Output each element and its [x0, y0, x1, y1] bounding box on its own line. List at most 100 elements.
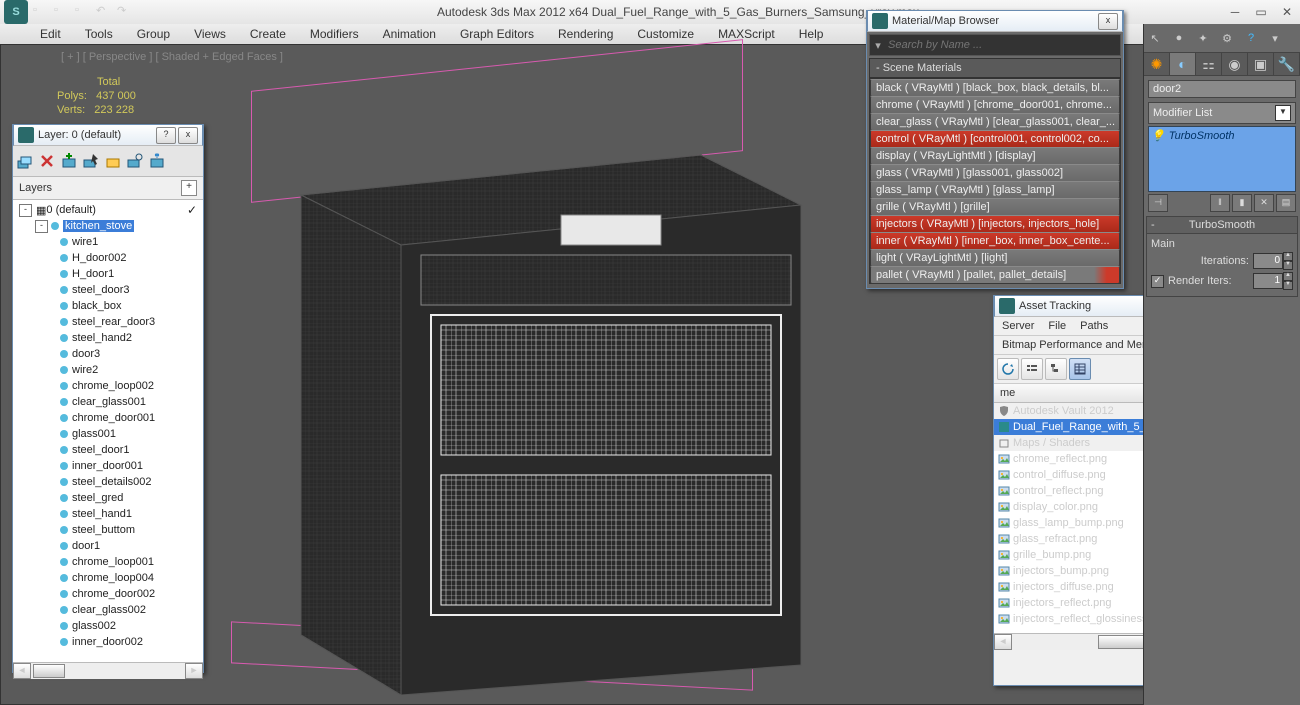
spinner-up-icon[interactable]: ▲: [1283, 272, 1293, 281]
scroll-thumb[interactable]: [33, 664, 65, 678]
layer-item[interactable]: door3: [13, 346, 203, 362]
menu-create[interactable]: Create: [250, 27, 286, 41]
layer-item[interactable]: chrome_door001: [13, 410, 203, 426]
menu-customize[interactable]: Customize: [637, 27, 694, 41]
layer-item[interactable]: glass001: [13, 426, 203, 442]
panel-close-button[interactable]: x: [178, 127, 198, 144]
modifier-list-dropdown[interactable]: Modifier List ▼: [1148, 102, 1296, 124]
render-iters-spinner[interactable]: 1 ▲▼: [1253, 272, 1293, 290]
material-item[interactable]: black ( VRayMtl ) [black_box, black_deta…: [870, 79, 1120, 97]
layer-item[interactable]: black_box: [13, 298, 203, 314]
scroll-right-icon[interactable]: ►: [185, 663, 203, 679]
material-item[interactable]: chrome ( VRayMtl ) [chrome_door001, chro…: [870, 96, 1120, 114]
show-end-result-icon[interactable]: ‖: [1210, 194, 1230, 212]
modifier-stack-item[interactable]: 💡 TurboSmooth: [1151, 129, 1293, 142]
viewport-label[interactable]: [ + ] [ Perspective ] [ Shaded + Edged F…: [61, 51, 283, 63]
dropdown-icon[interactable]: ▼: [1275, 105, 1291, 121]
modifier-stack[interactable]: 💡 TurboSmooth: [1148, 126, 1296, 192]
tab-display-icon[interactable]: ▣: [1248, 53, 1274, 75]
delete-layer-icon[interactable]: [37, 151, 57, 171]
layer-item[interactable]: chrome_door002: [13, 586, 203, 602]
expand-columns-button[interactable]: +: [181, 180, 197, 196]
asset-menu-file[interactable]: File: [1048, 320, 1066, 332]
quick-access-toolbar[interactable]: ▫ ▫ ▫ ↶ ↷: [32, 3, 134, 21]
asset-view-tree-icon[interactable]: [1045, 358, 1067, 380]
asset-menu-paths[interactable]: Paths: [1080, 320, 1108, 332]
layer-item[interactable]: clear_glass001: [13, 394, 203, 410]
layer-item[interactable]: steel_details002: [13, 474, 203, 490]
qat-undo-icon[interactable]: ↶: [95, 3, 113, 21]
layer-item[interactable]: steel_rear_door3: [13, 314, 203, 330]
star-icon[interactable]: ✦: [1194, 29, 1212, 47]
material-item[interactable]: grille ( VRayMtl ) [grille]: [870, 198, 1120, 216]
material-item[interactable]: glass_lamp ( VRayMtl ) [glass_lamp]: [870, 181, 1120, 199]
search-menu-icon[interactable]: ▾: [870, 39, 886, 52]
menu-edit[interactable]: Edit: [40, 27, 61, 41]
layer-add-sel-icon[interactable]: [59, 151, 79, 171]
sphere-icon[interactable]: ●: [1170, 29, 1188, 47]
tab-modify-icon[interactable]: ◐: [1170, 53, 1196, 75]
asset-view-table-icon[interactable]: [1069, 358, 1091, 380]
close-button[interactable]: ✕: [1274, 3, 1300, 21]
layer-item[interactable]: glass002: [13, 618, 203, 634]
help-icon[interactable]: ?: [1242, 29, 1260, 47]
new-layer-icon[interactable]: [15, 151, 35, 171]
tab-hierarchy-icon[interactable]: ⚏: [1196, 53, 1222, 75]
layer-item[interactable]: inner_door002: [13, 634, 203, 650]
spinner-up-icon[interactable]: ▲: [1283, 252, 1293, 261]
material-item[interactable]: glass ( VRayMtl ) [glass001, glass002]: [870, 164, 1120, 182]
layer-item[interactable]: inner_door001: [13, 458, 203, 474]
material-item[interactable]: clear_glass ( VRayMtl ) [clear_glass001,…: [870, 113, 1120, 131]
configure-sets-icon[interactable]: ▤: [1276, 194, 1296, 212]
layer-item[interactable]: steel_buttom: [13, 522, 203, 538]
material-item[interactable]: pallet ( VRayMtl ) [pallet, pallet_detai…: [870, 266, 1120, 284]
asset-menu-server[interactable]: Server: [1002, 320, 1034, 332]
layer-item[interactable]: steel_hand1: [13, 506, 203, 522]
material-search[interactable]: ▾: [869, 34, 1121, 56]
asset-view-list-icon[interactable]: [1021, 358, 1043, 380]
menu-rendering[interactable]: Rendering: [558, 27, 613, 41]
material-item[interactable]: inner ( VRayMtl ) [inner_box, inner_box_…: [870, 232, 1120, 250]
menu-maxscript[interactable]: MAXScript: [718, 27, 775, 41]
menu-help[interactable]: Help: [799, 27, 824, 41]
layer-item[interactable]: clear_glass002: [13, 602, 203, 618]
layer-item[interactable]: wire1: [13, 234, 203, 250]
layer-item[interactable]: steel_door3: [13, 282, 203, 298]
layer-hide-icon[interactable]: [125, 151, 145, 171]
tab-create-icon[interactable]: ✺: [1144, 53, 1170, 75]
layer-item[interactable]: wire2: [13, 362, 203, 378]
menu-views[interactable]: Views: [194, 27, 226, 41]
menu-modifiers[interactable]: Modifiers: [310, 27, 359, 41]
spinner-down-icon[interactable]: ▼: [1283, 281, 1293, 290]
material-section-header[interactable]: - Scene Materials: [869, 58, 1121, 78]
material-panel-titlebar[interactable]: Material/Map Browser x: [867, 10, 1123, 32]
material-item[interactable]: display ( VRayLightMtl ) [display]: [870, 147, 1120, 165]
menu-group[interactable]: Group: [137, 27, 170, 41]
layer-item[interactable]: door1: [13, 538, 203, 554]
layer-panel-titlebar[interactable]: Layer: 0 (default) ? x: [13, 124, 203, 146]
scroll-left-icon[interactable]: ◄: [994, 634, 1012, 650]
collapse-icon[interactable]: -: [19, 204, 32, 217]
layer-item[interactable]: steel_hand2: [13, 330, 203, 346]
asset-refresh-icon[interactable]: [997, 358, 1019, 380]
iterations-spinner[interactable]: 0 ▲▼: [1253, 252, 1293, 270]
layer-h-scrollbar[interactable]: ◄ ►: [13, 662, 203, 679]
qat-redo-icon[interactable]: ↷: [116, 3, 134, 21]
collapse-icon[interactable]: -: [1151, 219, 1155, 231]
layer-item[interactable]: chrome_loop001: [13, 554, 203, 570]
search-input[interactable]: [886, 37, 1120, 53]
layer-freeze-icon[interactable]: [147, 151, 167, 171]
layer-root[interactable]: - ▦ 0 (default) ✓: [13, 202, 203, 218]
spinner-down-icon[interactable]: ▼: [1283, 261, 1293, 270]
material-item[interactable]: control ( VRayMtl ) [control001, control…: [870, 130, 1120, 148]
layer-highlight-icon[interactable]: [103, 151, 123, 171]
menu-icon[interactable]: ▾: [1266, 29, 1284, 47]
object-name-field[interactable]: door2: [1148, 80, 1296, 98]
material-item[interactable]: injectors ( VRayMtl ) [injectors, inject…: [870, 215, 1120, 233]
lightbulb-icon[interactable]: 💡: [1151, 129, 1165, 142]
layer-item[interactable]: steel_door1: [13, 442, 203, 458]
scroll-left-icon[interactable]: ◄: [13, 663, 31, 679]
qat-new-icon[interactable]: ▫: [32, 3, 50, 21]
menu-tools[interactable]: Tools: [85, 27, 113, 41]
layer-select-icon[interactable]: [81, 151, 101, 171]
